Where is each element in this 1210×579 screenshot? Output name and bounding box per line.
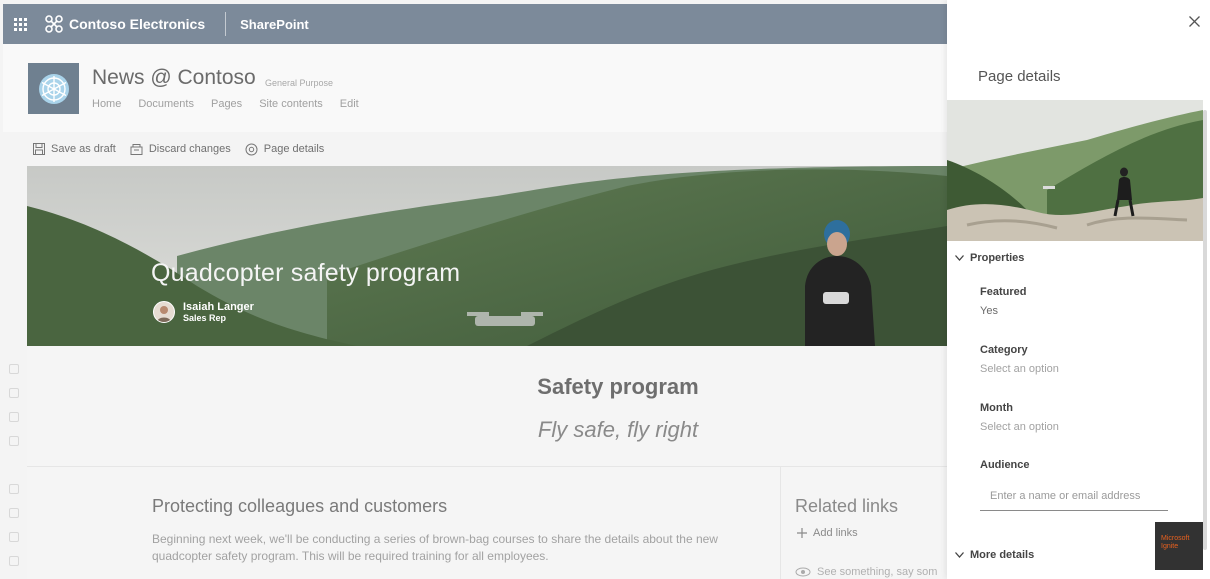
site-logo-image <box>38 73 69 104</box>
eye-icon <box>795 567 811 577</box>
nav-edit[interactable]: Edit <box>340 98 359 110</box>
contoso-logo-icon <box>45 15 63 33</box>
featured-value[interactable]: Yes <box>980 305 998 317</box>
rail-icon[interactable] <box>9 532 19 542</box>
featured-label: Featured <box>980 286 1027 298</box>
hero-banner[interactable]: Quadcopter safety program Isaiah Langer … <box>27 166 947 346</box>
page-thumbnail[interactable] <box>947 100 1203 241</box>
suite-app-name[interactable]: SharePoint <box>240 17 309 32</box>
month-label: Month <box>980 402 1013 414</box>
event-logo-line2: Ignite <box>1161 543 1179 550</box>
author-role: Sales Rep <box>183 313 227 323</box>
save-as-draft-label: Save as draft <box>51 143 116 155</box>
chevron-down-icon <box>955 552 964 558</box>
related-links-title[interactable]: Related links <box>795 496 898 517</box>
close-icon <box>1188 15 1200 27</box>
sharepoint-window: Contoso Electronics SharePoint News @ Co… <box>0 0 1210 579</box>
hero-title[interactable]: Quadcopter safety program <box>151 259 460 288</box>
section-toolbar <box>5 360 23 570</box>
related-link-label: See something, say som <box>817 566 938 578</box>
rail-icon[interactable] <box>9 556 19 566</box>
nav-site-contents[interactable]: Site contents <box>259 98 323 110</box>
author-name: Isaiah Langer <box>183 301 254 313</box>
command-bar: Save as draft Discard changes Page detai… <box>3 132 947 166</box>
discard-icon <box>130 144 143 155</box>
more-details-label: More details <box>970 549 1035 561</box>
page-details-panel: Page details Properties Featured Yes Cat… <box>947 0 1210 579</box>
more-details-toggle[interactable]: More details <box>955 549 1034 561</box>
event-logo: Microsoft Ignite <box>1155 522 1203 570</box>
rail-icon[interactable] <box>9 484 19 494</box>
site-description: General Purpose <box>265 78 334 88</box>
site-nav: Home Documents Pages Site contents Edit <box>92 98 376 110</box>
category-label: Category <box>980 344 1028 356</box>
save-icon <box>33 143 45 155</box>
article-body[interactable]: Beginning next week, we'll be conducting… <box>152 531 762 565</box>
rail-icon[interactable] <box>9 412 19 422</box>
thumbnail-image <box>947 100 1203 241</box>
save-as-draft-button[interactable]: Save as draft <box>33 143 116 155</box>
panel-title: Page details <box>978 68 1061 85</box>
page-details-button[interactable]: Page details <box>245 143 325 156</box>
column-divider <box>780 467 781 579</box>
brand-name: Contoso Electronics <box>69 16 206 32</box>
rail-icon[interactable] <box>9 508 19 518</box>
discard-changes-label: Discard changes <box>148 143 231 155</box>
rail-icon[interactable] <box>9 364 19 374</box>
category-dropdown[interactable]: Select an option <box>980 363 1059 375</box>
article-heading[interactable]: Protecting colleagues and customers <box>152 496 447 517</box>
nav-pages[interactable]: Pages <box>211 98 242 110</box>
site-title[interactable]: News @ Contoso <box>92 66 256 90</box>
site-header: News @ Contoso General Purpose Home Docu… <box>3 44 947 132</box>
discard-changes-button[interactable]: Discard changes <box>130 143 231 155</box>
plus-icon <box>797 528 807 538</box>
audience-label: Audience <box>980 459 1030 471</box>
audience-input[interactable] <box>980 481 1168 511</box>
related-link-item[interactable]: See something, say som <box>795 566 937 578</box>
panel-scrollbar[interactable] <box>1203 110 1207 550</box>
avatar <box>153 301 175 323</box>
chevron-down-icon <box>955 255 964 261</box>
gear-icon <box>245 143 258 155</box>
month-dropdown[interactable]: Select an option <box>980 421 1059 433</box>
rail-icon[interactable] <box>9 436 19 446</box>
add-links-button[interactable]: Add links <box>797 527 858 539</box>
event-logo-line1: Microsoft <box>1161 535 1190 542</box>
suite-bar: Contoso Electronics SharePoint <box>3 4 947 44</box>
properties-toggle[interactable]: Properties <box>955 252 1024 264</box>
author-byline[interactable]: Isaiah Langer Sales Rep <box>153 301 254 323</box>
section-divider <box>27 466 947 467</box>
brand[interactable]: Contoso Electronics <box>45 12 227 36</box>
nav-documents[interactable]: Documents <box>138 98 194 110</box>
add-links-label: Add links <box>813 527 858 539</box>
close-button[interactable] <box>1185 12 1203 30</box>
nav-home[interactable]: Home <box>92 98 121 110</box>
waffle-icon[interactable] <box>3 4 37 44</box>
rail-icon[interactable] <box>9 388 19 398</box>
page-details-label: Page details <box>263 143 325 155</box>
properties-label: Properties <box>970 252 1025 264</box>
site-logo[interactable] <box>28 63 79 114</box>
